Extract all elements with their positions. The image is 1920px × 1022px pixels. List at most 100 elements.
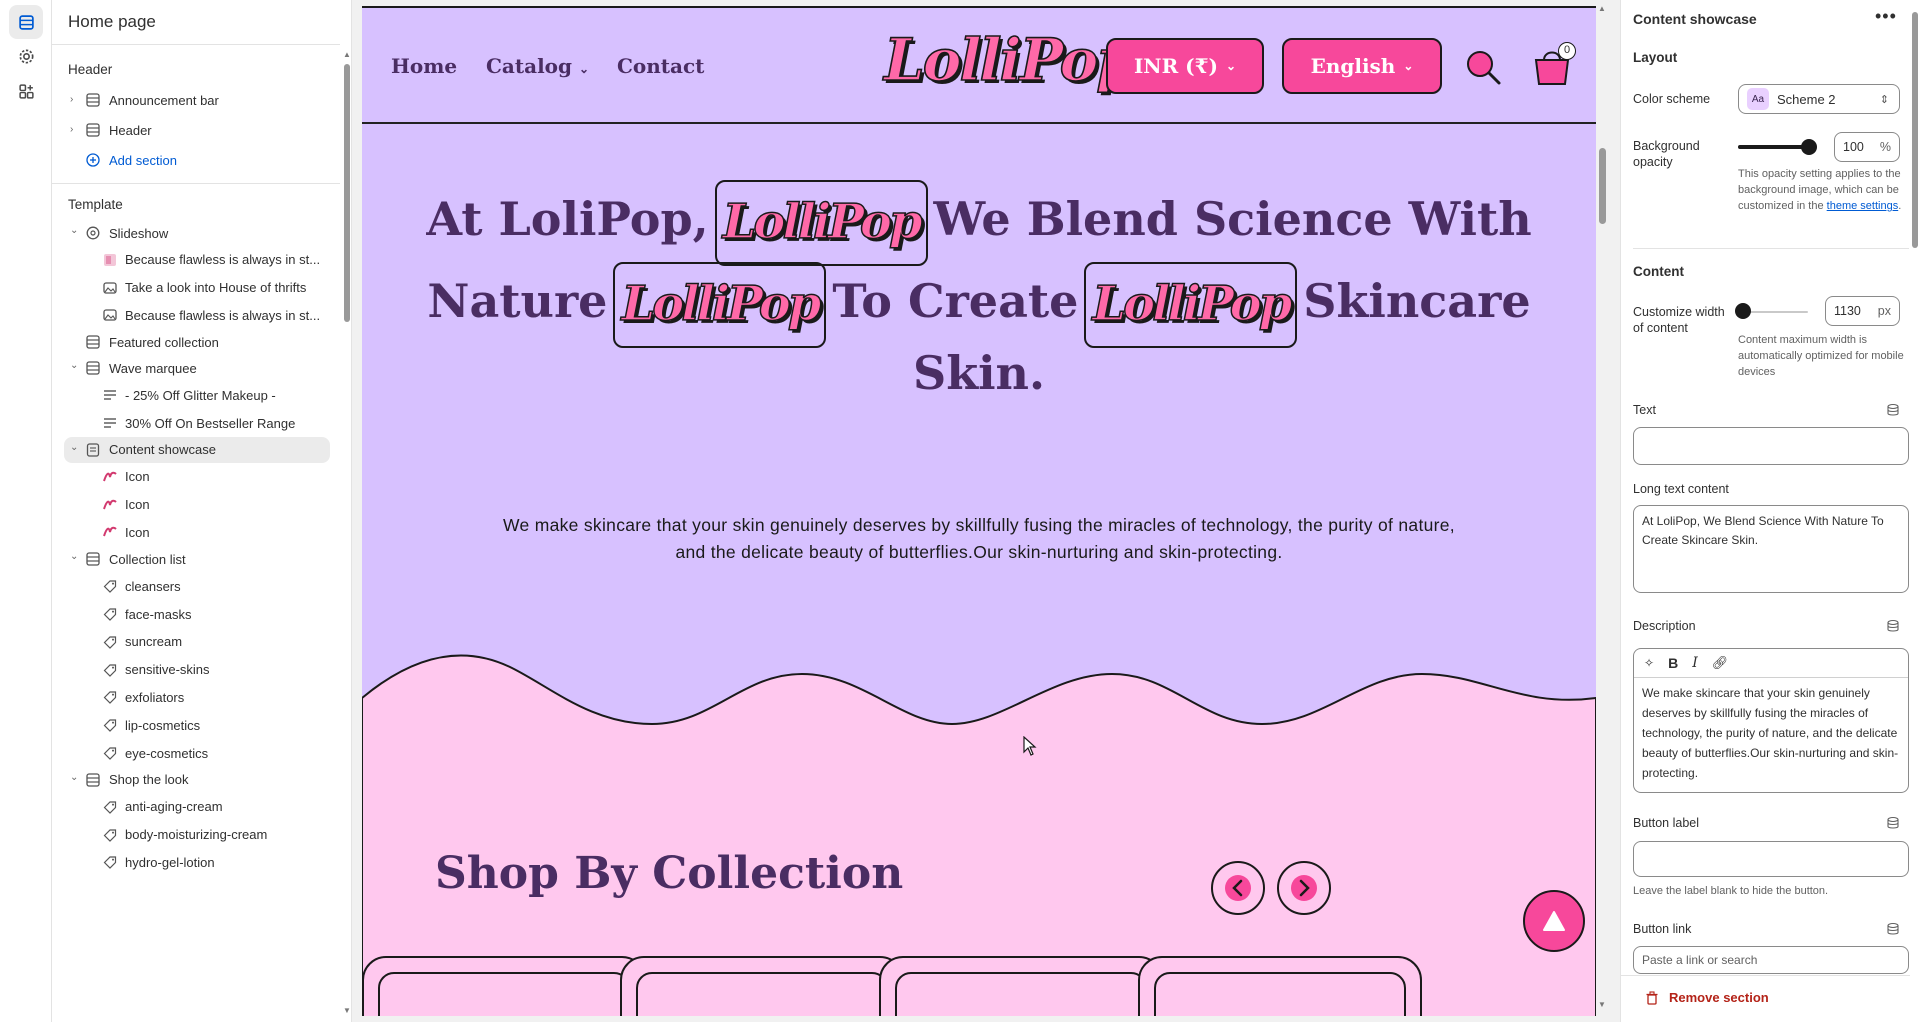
link-icon[interactable]: 🔗︎ xyxy=(1712,655,1729,671)
sidebar-scrollbar[interactable]: ▲ ▼ xyxy=(343,50,351,1020)
nav-home[interactable]: Home xyxy=(391,54,457,78)
chevron-down-icon[interactable]: ⌄ xyxy=(70,442,80,453)
dynamic-source-icon[interactable] xyxy=(1886,816,1900,830)
magic-icon[interactable]: ✧ xyxy=(1644,656,1654,670)
logo-icon xyxy=(102,497,118,513)
collection-card[interactable] xyxy=(1138,956,1422,1016)
section-header[interactable]: › Header xyxy=(52,115,340,145)
divider xyxy=(52,183,340,184)
block-item[interactable]: face-masks xyxy=(52,600,340,628)
collection-card[interactable] xyxy=(362,956,646,1016)
scroll-to-top-button[interactable] xyxy=(1523,890,1585,952)
section-item[interactable]: ⌄ Collection list xyxy=(52,546,340,572)
color-scheme-select[interactable]: Aa Scheme 2 ⇕ xyxy=(1738,84,1900,114)
section-item[interactable]: ⌄ Wave marquee xyxy=(52,355,340,381)
store-logo[interactable]: LolliPop xyxy=(883,25,1137,95)
search-icon[interactable] xyxy=(1464,48,1502,86)
item-label: Icon xyxy=(125,524,150,540)
panel-scrollbar-thumb[interactable] xyxy=(1912,12,1918,248)
block-item[interactable]: Icon xyxy=(52,463,340,491)
description-editor[interactable]: We make skincare that your skin genuinel… xyxy=(1633,677,1909,793)
nav-contact[interactable]: Contact xyxy=(617,54,704,78)
collection-tag-icon xyxy=(102,745,118,761)
collection-tag-icon xyxy=(102,578,118,594)
block-item[interactable]: 30% Off On Bestseller Range xyxy=(52,409,340,437)
text-input[interactable] xyxy=(1633,427,1909,465)
card-image-frame xyxy=(378,972,630,1016)
collection-tag-icon xyxy=(102,799,118,815)
logo-icon xyxy=(102,469,118,485)
block-item[interactable]: body-moisturizing-cream xyxy=(52,821,340,849)
card-image-frame xyxy=(895,972,1147,1016)
collection-card[interactable] xyxy=(879,956,1163,1016)
block-item[interactable]: hydro-gel-lotion xyxy=(52,849,340,877)
chevron-right-icon[interactable]: › xyxy=(70,125,80,135)
chevron-down-icon[interactable]: ⌄ xyxy=(70,552,80,562)
theme-editor: Home page Header › Announcement bar › He… xyxy=(0,0,1920,1022)
collection-tag-icon xyxy=(102,634,118,650)
block-item[interactable]: suncream xyxy=(52,628,340,656)
theme-settings-rail-button[interactable] xyxy=(9,39,43,73)
content-width-input[interactable]: 1130 px xyxy=(1825,296,1900,326)
block-item[interactable]: Because flawless is always in st... xyxy=(52,302,340,330)
theme-settings-link[interactable]: theme settings xyxy=(1827,200,1899,212)
carousel-next-button[interactable] xyxy=(1277,861,1331,915)
preview-scrollbar[interactable]: ▲ ▼ xyxy=(1596,0,1610,1022)
preview-scrollbar-thumb[interactable] xyxy=(1599,148,1606,224)
more-actions-icon[interactable]: ••• xyxy=(1875,6,1897,27)
hero-heading-line-1: At LoliPop, LolliPop We Blend Science With xyxy=(362,176,1596,266)
collection-card[interactable] xyxy=(620,956,904,1016)
currency-selector[interactable]: INR (₹) ⌄ xyxy=(1106,38,1264,94)
block-item[interactable]: Icon xyxy=(52,491,340,519)
nav-catalog[interactable]: Catalog ⌄ xyxy=(486,54,589,78)
block-item[interactable]: anti-aging-cream xyxy=(52,793,340,821)
section-item[interactable]: Featured collection xyxy=(52,329,340,355)
chevron-down-icon[interactable]: ⌄ xyxy=(70,361,80,371)
language-selector[interactable]: English ⌄ xyxy=(1282,38,1442,94)
background-opacity-input[interactable]: 100% xyxy=(1834,132,1900,162)
section-item[interactable]: ⌄ Shop the look xyxy=(52,767,340,793)
width-value: 1130 xyxy=(1834,304,1861,318)
block-item[interactable]: eye-cosmetics xyxy=(52,739,340,767)
section-icon xyxy=(85,122,101,138)
item-label: Collection list xyxy=(109,551,186,567)
chevron-down-icon: ⌄ xyxy=(1403,59,1414,73)
add-section-button[interactable]: Add section xyxy=(52,145,340,175)
block-item[interactable]: sensitive-skins xyxy=(52,656,340,684)
chevron-down-icon[interactable]: ⌄ xyxy=(70,226,80,236)
section-item[interactable]: ⌄ Slideshow xyxy=(52,220,340,246)
carousel-prev-button[interactable] xyxy=(1211,861,1265,915)
block-item[interactable]: Because flawless is always in st... xyxy=(52,246,340,274)
remove-section-button[interactable]: Remove section xyxy=(1645,990,1769,1005)
block-item[interactable]: exfoliators xyxy=(52,684,340,712)
button-link-input[interactable]: Paste a link or search xyxy=(1633,946,1909,974)
section-item[interactable]: ⌄ Content showcase xyxy=(64,436,330,463)
block-item[interactable]: Icon xyxy=(52,519,340,547)
dynamic-source-icon[interactable] xyxy=(1886,403,1900,417)
sections-rail-button[interactable] xyxy=(9,5,43,39)
block-item[interactable]: cleansers xyxy=(52,572,340,600)
long-text-textarea[interactable]: At LoliPop, We Blend Science With Nature… xyxy=(1633,505,1909,593)
panel-scrollbar[interactable] xyxy=(1910,0,1920,1022)
italic-icon[interactable]: I xyxy=(1692,655,1698,671)
dynamic-source-icon[interactable] xyxy=(1886,619,1900,633)
slider-knob[interactable] xyxy=(1734,303,1751,319)
item-label: Featured collection xyxy=(109,334,219,350)
item-label: Because flawless is always in st... xyxy=(125,307,321,323)
chevron-right-icon[interactable]: › xyxy=(70,95,80,105)
sidebar-scrollbar-thumb[interactable] xyxy=(344,64,350,322)
dynamic-source-icon[interactable] xyxy=(1886,922,1900,936)
block-item[interactable]: - 25% Off Glitter Makeup - xyxy=(52,381,340,409)
section-icon xyxy=(85,551,101,567)
bold-icon[interactable]: B xyxy=(1668,655,1678,671)
slider-knob[interactable] xyxy=(1801,139,1817,155)
block-item[interactable]: Take a look into House of thrifts xyxy=(52,274,340,302)
button-label-input[interactable] xyxy=(1633,841,1909,877)
button-link-label: Button link xyxy=(1633,922,1692,936)
block-item[interactable]: lip-cosmetics xyxy=(52,711,340,739)
section-announcement-bar[interactable]: › Announcement bar xyxy=(52,85,340,115)
apps-rail-button[interactable] xyxy=(9,74,43,108)
section-label: Header xyxy=(109,122,152,138)
section-icon xyxy=(85,334,101,350)
chevron-down-icon[interactable]: ⌄ xyxy=(70,772,80,783)
